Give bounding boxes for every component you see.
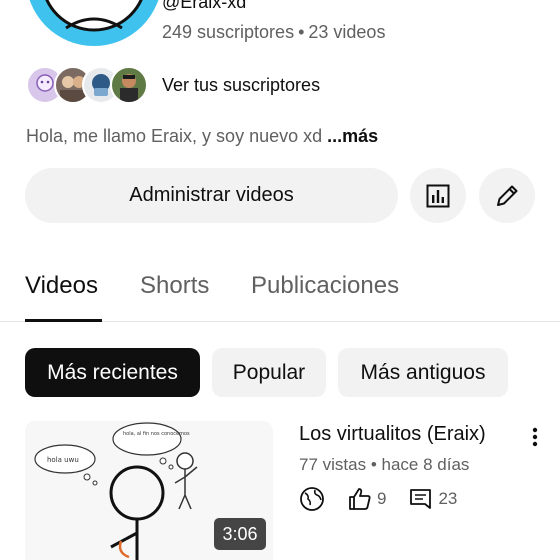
likes-count[interactable]: 9	[347, 486, 386, 512]
more-options-button[interactable]	[522, 424, 548, 450]
more-link[interactable]: ...más	[327, 126, 378, 146]
tab-posts[interactable]: Publicaciones	[251, 272, 399, 300]
comments-count[interactable]: 23	[408, 486, 457, 512]
video-stats: 9 23	[299, 484, 479, 514]
active-tab-indicator	[25, 319, 102, 322]
likes-value: 9	[377, 489, 387, 508]
analytics-button[interactable]	[410, 168, 466, 223]
manage-videos-button[interactable]: Administrar videos	[25, 168, 398, 223]
channel-handle: @Eraix-xd	[162, 0, 247, 12]
video-views: 77 vistas	[299, 455, 367, 474]
filter-chip-latest[interactable]: Más recientes	[25, 348, 200, 397]
stats-separator: •	[298, 22, 305, 42]
visibility-public[interactable]	[299, 486, 325, 512]
filter-chip-oldest[interactable]: Más antiguos	[338, 348, 508, 397]
subscriber-avatar	[110, 66, 148, 104]
thumbs-up-icon	[349, 488, 371, 510]
tab-videos[interactable]: Videos	[25, 272, 98, 300]
view-subscribers-row[interactable]	[26, 64, 150, 106]
subscriber-avatars	[26, 64, 150, 106]
video-meta: 77 vistas • hace 8 días	[299, 455, 469, 475]
pencil-icon	[497, 185, 518, 206]
thumb-bubble-left-text: hola uwu	[47, 456, 79, 464]
video-age: hace 8 días	[381, 455, 470, 474]
video-count: 23 videos	[308, 22, 386, 42]
subscriber-count: 249 suscriptores	[162, 22, 295, 42]
comments-value: 23	[438, 489, 458, 508]
description-text: Hola, me llamo Eraix, y soy nuevo xd	[26, 126, 323, 146]
filter-chip-popular[interactable]: Popular	[212, 348, 326, 397]
channel-stats: 249 suscriptores • 23 videos	[162, 22, 385, 43]
video-title[interactable]: Los virtualitos (Eraix)	[299, 423, 486, 446]
comment-icon	[410, 489, 432, 509]
view-subscribers-link[interactable]: Ver tus suscriptores	[162, 75, 320, 96]
globe-icon	[300, 487, 324, 511]
thumb-bubble-right-text: hola, al fin nos conocemos	[123, 431, 190, 437]
meta-separator: •	[370, 455, 377, 474]
bar-chart-icon	[426, 184, 450, 207]
vertical-dots-icon	[532, 427, 538, 447]
channel-description[interactable]: Hola, me llamo Eraix, y soy nuevo xd ...…	[26, 126, 378, 147]
channel-avatar-drawing	[45, 0, 143, 32]
channel-avatar[interactable]	[26, 0, 162, 46]
tab-shorts[interactable]: Shorts	[140, 272, 209, 300]
edit-channel-button[interactable]	[479, 168, 535, 223]
video-duration: 3:06	[214, 518, 266, 550]
channel-tabs: Videos Shorts Publicaciones	[0, 258, 560, 322]
